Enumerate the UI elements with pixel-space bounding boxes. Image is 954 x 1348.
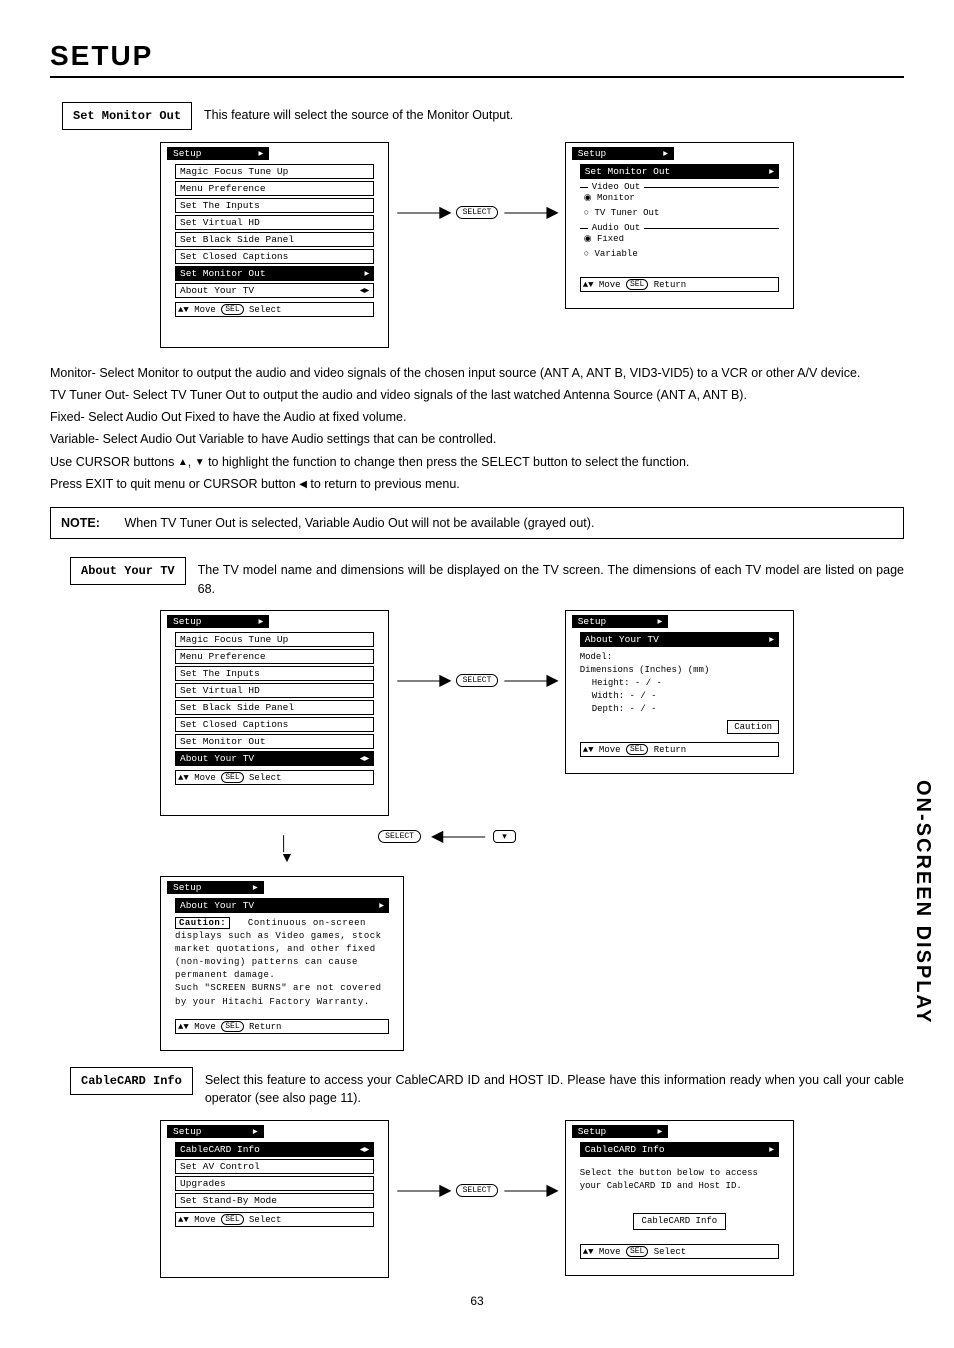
side-tab: ON-SCREEN DISPLAY (911, 780, 934, 1024)
menu-tab: Setup ▸ (167, 1125, 264, 1138)
explain-tvtuner: TV Tuner Out- Select TV Tuner Out to out… (50, 386, 904, 404)
menu-status: ▲▼ Move SEL Select (580, 1244, 779, 1259)
section-label-cablecard: CableCARD Info (70, 1067, 193, 1095)
menu-sub-selected: About Your TV▸ (175, 898, 389, 913)
menu-item: Magic Focus Tune Up (175, 164, 374, 179)
note-label: NOTE: (61, 516, 121, 530)
menu-item-selected: About Your TV◂▸ (175, 751, 374, 766)
page-title: SETUP (50, 40, 904, 72)
menu-item: Set Monitor Out (175, 734, 374, 749)
select-button-icon: SELECT (456, 1184, 499, 1197)
menu-status: ▲▼ Move SEL Select (175, 1212, 374, 1227)
note-box: NOTE: When TV Tuner Out is selected, Var… (50, 507, 904, 539)
menu-item: Set Virtual HD (175, 215, 374, 230)
menu-cablecard-left: Setup ▸ CableCARD Info◂▸ Set AV Control … (160, 1120, 389, 1278)
menu-setup-left-2: Setup ▸ Magic Focus Tune Up Menu Prefere… (160, 610, 389, 816)
menu-item: Set Closed Captions (175, 249, 374, 264)
menu-item: Set Virtual HD (175, 683, 374, 698)
menu-about-detail: Setup ▸ About Your TV▸ Model: Dimensions… (565, 610, 794, 774)
menu-item: Set The Inputs (175, 666, 374, 681)
menu-caution-detail: Setup ▸ About Your TV▸ Caution: Continuo… (160, 876, 404, 1050)
section-label-monitor-out: Set Monitor Out (62, 102, 192, 130)
menu-item: Set Black Side Panel (175, 700, 374, 715)
menu-item: Set AV Control (175, 1159, 374, 1174)
menu-item-selected: Set Monitor Out▸ (175, 266, 374, 281)
menu-item: Upgrades (175, 1176, 374, 1191)
menu-monitor-out-detail: Setup ▸ Set Monitor Out▸ Video Out ◉ Mon… (565, 142, 794, 309)
menu-tab: Setup ▸ (572, 147, 674, 160)
explain-variable: Variable- Select Audio Out Variable to h… (50, 430, 904, 448)
select-button-icon: SELECT (456, 206, 499, 219)
menu-tab: Setup ▸ (167, 147, 269, 160)
menu-status: ▲▼ Move SEL Return (175, 1019, 389, 1034)
explain-fixed: Fixed- Select Audio Out Fixed to have th… (50, 408, 904, 426)
caution-button: Caution (727, 720, 779, 734)
arrow-connector: ———▶ SELECT ———▶ (397, 1120, 556, 1200)
arrow-row-middle: SELECT ◀——— ▾ (50, 826, 904, 846)
down-arrow-icon: │▼ (280, 836, 294, 864)
menu-status: ▲▼ Move SEL Return (580, 277, 779, 292)
diagram-about-tv: Setup ▸ Magic Focus Tune Up Menu Prefere… (50, 610, 904, 816)
menu-tab: Setup ▸ (167, 881, 264, 894)
select-button-icon: SELECT (378, 830, 421, 843)
down-key-icon: ▾ (493, 830, 516, 843)
arrow-connector: ———▶ SELECT ———▶ (397, 142, 556, 222)
title-rule (50, 76, 904, 78)
section-label-about-tv: About Your TV (70, 557, 186, 585)
diagram-monitor-out: Setup ▸ Magic Focus Tune Up Menu Prefere… (50, 142, 904, 348)
explain-monitor: Monitor- Select Monitor to output the au… (50, 364, 904, 382)
menu-item: Magic Focus Tune Up (175, 632, 374, 647)
diagram-caution: Setup ▸ About Your TV▸ Caution: Continuo… (50, 876, 904, 1050)
menu-tab: Setup ▸ (167, 615, 269, 628)
menu-status: ▲▼ Move SEL Select (175, 770, 374, 785)
explain-exit: Press EXIT to quit menu or CURSOR button… (50, 475, 904, 493)
section-desc-cablecard: Select this feature to access your Cable… (205, 1067, 904, 1109)
select-button-icon: SELECT (456, 674, 499, 687)
cablecard-info-button: CableCARD Info (633, 1213, 727, 1230)
menu-status: ▲▼ Move SEL Select (175, 302, 374, 317)
note-text: When TV Tuner Out is selected, Variable … (124, 516, 594, 530)
menu-cablecard-detail: Setup ▸ CableCARD Info▸ Select the butto… (565, 1120, 794, 1276)
menu-sub-selected: About Your TV▸ (580, 632, 779, 647)
menu-status: ▲▼ Move SEL Return (580, 742, 779, 757)
page-number: 63 (50, 1294, 904, 1308)
menu-sub-selected: CableCARD Info▸ (580, 1142, 779, 1157)
menu-item: About Your TV◂▸ (175, 283, 374, 298)
menu-item-selected: CableCARD Info◂▸ (175, 1142, 374, 1157)
menu-item: Set Stand-By Mode (175, 1193, 374, 1208)
menu-tab: Setup ▸ (572, 615, 669, 628)
arrow-connector: ———▶ SELECT ———▶ (397, 610, 556, 690)
menu-item: Menu Preference (175, 649, 374, 664)
menu-item: Set The Inputs (175, 198, 374, 213)
menu-sub-selected: Set Monitor Out▸ (580, 164, 779, 179)
menu-item: Set Closed Captions (175, 717, 374, 732)
section-desc-about-tv: The TV model name and dimensions will be… (198, 557, 904, 599)
menu-tab: Setup ▸ (572, 1125, 669, 1138)
menu-setup-left-1: Setup ▸ Magic Focus Tune Up Menu Prefere… (160, 142, 389, 348)
explain-cursor: Use CURSOR buttons ▲, ▼ to highlight the… (50, 453, 904, 471)
menu-item: Set Black Side Panel (175, 232, 374, 247)
diagram-cablecard: Setup ▸ CableCARD Info◂▸ Set AV Control … (50, 1120, 904, 1278)
menu-item: Menu Preference (175, 181, 374, 196)
section-desc-monitor-out: This feature will select the source of t… (204, 102, 904, 125)
